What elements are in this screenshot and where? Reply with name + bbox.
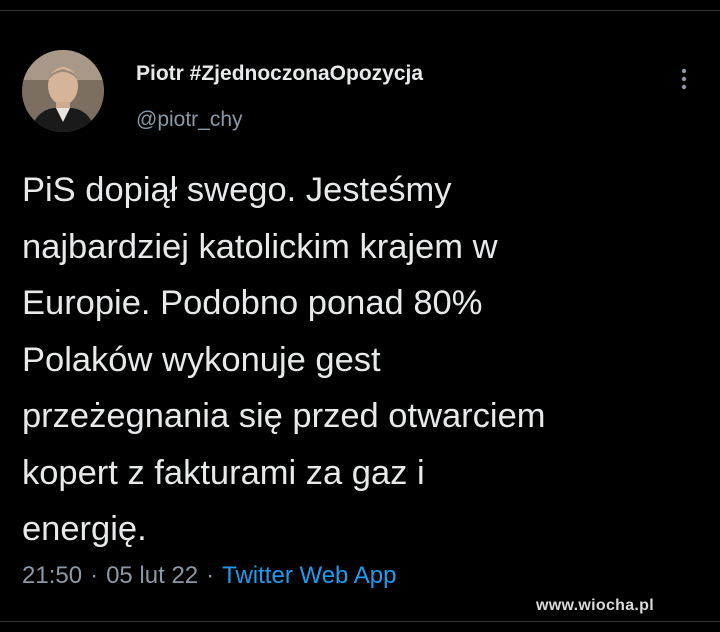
avatar[interactable] [22,50,104,132]
tweet-time[interactable]: 21:50 [22,562,82,589]
site-watermark: www.wiocha.pl [536,597,654,614]
meta-separator: · [206,562,215,589]
tweet-date[interactable]: 05 lut 22 [106,562,198,589]
more-options-button[interactable] [672,64,696,94]
more-options-icon [681,68,687,90]
tweet-text-line: przeżegnania się przed otwarciem [22,397,546,435]
tweet-text-line: PiS dopiął swego. Jesteśmy [22,171,452,209]
tweet-text-line: Polaków wykonuje gest [22,340,381,379]
bottom-divider [0,621,720,622]
author-display-name[interactable]: Piotr #ZjednoczonaOpozycja [136,62,423,86]
tweet-text: PiS dopiął swego. Jesteśmy najbardziej k… [22,162,702,558]
top-divider [0,10,720,11]
tweet-text-line: kopert z fakturami za gaz i [22,453,425,492]
profile-photo-icon [22,50,104,132]
meta-separator: · [90,562,99,589]
tweet-source-link[interactable]: Twitter Web App [222,562,396,589]
tweet-text-line: najbardziej katolickim krajem w [22,227,498,266]
tweet-metadata: 21:50 · 05 lut 22 · Twitter Web App [22,562,396,590]
tweet-text-line: energię. [22,510,147,548]
tweet-text-line: Europie. Podobno ponad 80% [22,284,483,322]
author-handle[interactable]: @piotr_chy [136,108,243,132]
